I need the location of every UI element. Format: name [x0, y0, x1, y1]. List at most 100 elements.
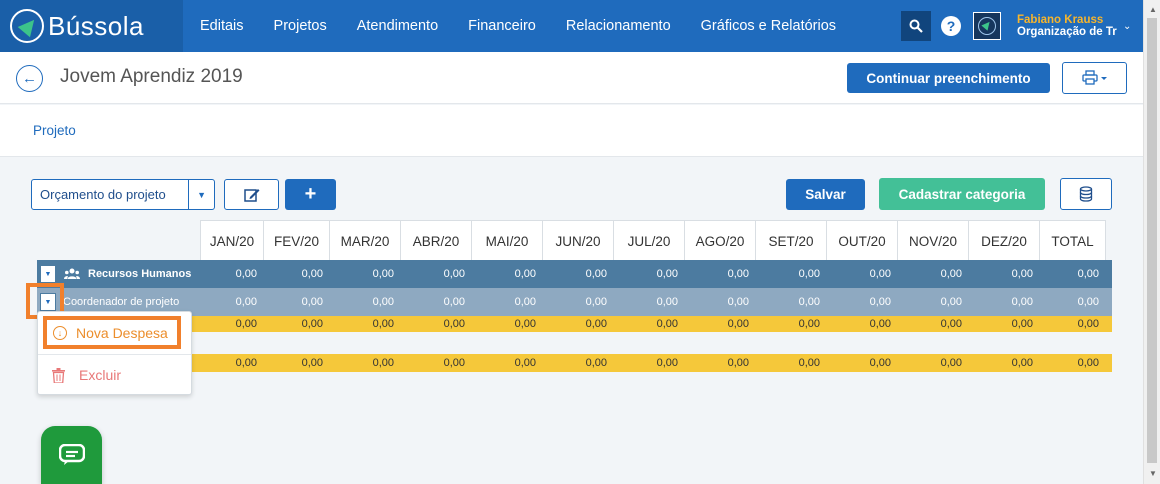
value-cell: 0,00: [727, 296, 749, 308]
column-header: JUL/20: [614, 221, 685, 261]
back-arrow-icon[interactable]: ←: [16, 65, 43, 92]
value-cell: 0,00: [443, 296, 465, 308]
value-cell: 0,00: [1011, 268, 1033, 280]
total-cell: 0,00: [1077, 296, 1099, 308]
value-cell: 0,00: [514, 318, 536, 330]
user-info[interactable]: Fabiano Krauss Organização de Tre: [1017, 14, 1117, 38]
column-header: AGO/20: [685, 221, 756, 261]
value-cell: 0,00: [940, 357, 962, 369]
category-row: ▼ Recursos Humanos 0,00 0,00 0,00 0,00 0,00 0…: [37, 260, 1112, 288]
chat-button[interactable]: [41, 426, 102, 484]
menu-item-label: Excluir: [79, 367, 122, 383]
total-cell: 0,00: [1077, 318, 1099, 330]
value-cell: 0,00: [869, 357, 891, 369]
add-category-button[interactable]: Cadastrar categoria: [879, 178, 1045, 210]
value-cell: 0,00: [235, 268, 257, 280]
add-button[interactable]: +: [285, 179, 336, 210]
subtotal-row: 0,00 0,00 0,00 0,00 0,00 0,00 0,00 0,00 0,00 0,00…: [37, 316, 1112, 332]
value-cell: 0,00: [514, 296, 536, 308]
caret-down-icon[interactable]: ▼: [40, 265, 56, 283]
nav-item-relacionamento[interactable]: Relacionamento: [566, 18, 671, 34]
value-cell: 0,00: [656, 296, 678, 308]
compass-icon: [10, 9, 44, 43]
column-header: JUN/20: [543, 221, 614, 261]
continue-button[interactable]: Continuar preenchimento: [847, 63, 1050, 93]
value-cell: 0,00: [443, 268, 465, 280]
value-cell: 0,00: [727, 357, 749, 369]
budget-select[interactable]: Orçamento do projeto ▼: [31, 179, 215, 210]
title-bar: ← Jovem Aprendiz 2019 Continuar preenchi…: [0, 52, 1143, 104]
edit-button[interactable]: [224, 179, 279, 210]
user-area: ? Fabiano Krauss Organização de Tre ⌄: [901, 0, 1143, 52]
compass-icon: [978, 17, 996, 35]
help-icon[interactable]: ?: [941, 16, 961, 36]
value-cell: 0,00: [372, 296, 394, 308]
save-button[interactable]: Salvar: [786, 179, 865, 210]
value-cell: 0,00: [656, 318, 678, 330]
breadcrumb[interactable]: Projeto: [33, 123, 76, 138]
divider: [38, 354, 191, 355]
column-header-total: TOTAL: [1040, 221, 1106, 261]
user-name: Fabiano Krauss: [1017, 14, 1104, 26]
value-cell: 0,00: [940, 268, 962, 280]
menu-item-new-expense[interactable]: ↓ Nova Despesa: [43, 316, 181, 349]
value-cells: 0,00 0,00 0,00 0,00 0,00 0,00 0,00 0,00 0,00 0,00…: [200, 260, 1105, 288]
caret-down-icon[interactable]: ▼: [188, 180, 214, 209]
print-button[interactable]: [1062, 62, 1127, 94]
user-org: Organização de Tre: [1017, 26, 1117, 38]
value-cell: 0,00: [798, 357, 820, 369]
value-cell: 0,00: [585, 268, 607, 280]
scrollbar[interactable]: ▲ ▼: [1143, 0, 1160, 484]
nav-item-graficos[interactable]: Gráficos e Relatórios: [701, 18, 836, 34]
scroll-up-icon[interactable]: ▲: [1149, 5, 1157, 14]
download-circle-icon: ↓: [53, 325, 67, 340]
search-button[interactable]: [901, 11, 931, 41]
row-actions-menu: ↓ Nova Despesa Excluir: [37, 311, 192, 395]
column-header: FEV/20: [264, 221, 330, 261]
value-cell: 0,00: [798, 296, 820, 308]
nav-item-projetos[interactable]: Projetos: [274, 18, 327, 34]
category-label: Recursos Humanos: [88, 268, 192, 280]
value-cell: 0,00: [656, 357, 678, 369]
nav-item-editais[interactable]: Editais: [200, 18, 244, 34]
value-cell: 0,00: [372, 268, 394, 280]
scroll-down-icon[interactable]: ▼: [1149, 469, 1157, 478]
trash-icon: [52, 367, 65, 383]
value-cell: 0,00: [235, 296, 257, 308]
database-button[interactable]: [1060, 178, 1112, 210]
subcategory-row: ▼ Coordenador de projeto 0,00 0,00 0,00 0,0…: [37, 288, 1112, 316]
value-cell: 0,00: [798, 268, 820, 280]
value-cell: 0,00: [235, 318, 257, 330]
value-cell: 0,00: [869, 318, 891, 330]
column-header: OUT/20: [827, 221, 898, 261]
value-cell: 0,00: [585, 318, 607, 330]
value-cell: 0,00: [585, 296, 607, 308]
chevron-down-icon[interactable]: ⌄: [1123, 21, 1143, 32]
value-cell: 0,00: [798, 318, 820, 330]
value-cell: 0,00: [443, 357, 465, 369]
nav-item-financeiro[interactable]: Financeiro: [468, 18, 536, 34]
column-header: MAR/20: [330, 221, 401, 261]
column-header: SET/20: [756, 221, 827, 261]
value-cell: 0,00: [372, 357, 394, 369]
value-cell: 0,00: [301, 296, 323, 308]
total-cell: 0,00: [1077, 268, 1099, 280]
nav-item-atendimento[interactable]: Atendimento: [357, 18, 438, 34]
scroll-thumb[interactable]: [1147, 18, 1157, 463]
avatar[interactable]: [973, 12, 1001, 40]
column-header: JAN/20: [201, 221, 264, 261]
menu-item-delete[interactable]: Excluir: [52, 367, 121, 383]
column-header: DEZ/20: [969, 221, 1040, 261]
search-icon: [909, 19, 923, 33]
value-cell: 0,00: [443, 318, 465, 330]
value-cell: 0,00: [727, 268, 749, 280]
value-cells: 0,00 0,00 0,00 0,00 0,00 0,00 0,00 0,00 0,00 0,00…: [200, 316, 1105, 332]
subcategory-label: Coordenador de projeto: [63, 296, 180, 308]
value-cell: 0,00: [301, 318, 323, 330]
value-cell: 0,00: [656, 268, 678, 280]
value-cell: 0,00: [1011, 318, 1033, 330]
value-cell: 0,00: [235, 357, 257, 369]
value-cell: 0,00: [1011, 296, 1033, 308]
edit-icon: [243, 188, 259, 202]
logo[interactable]: Bússola: [0, 0, 183, 52]
